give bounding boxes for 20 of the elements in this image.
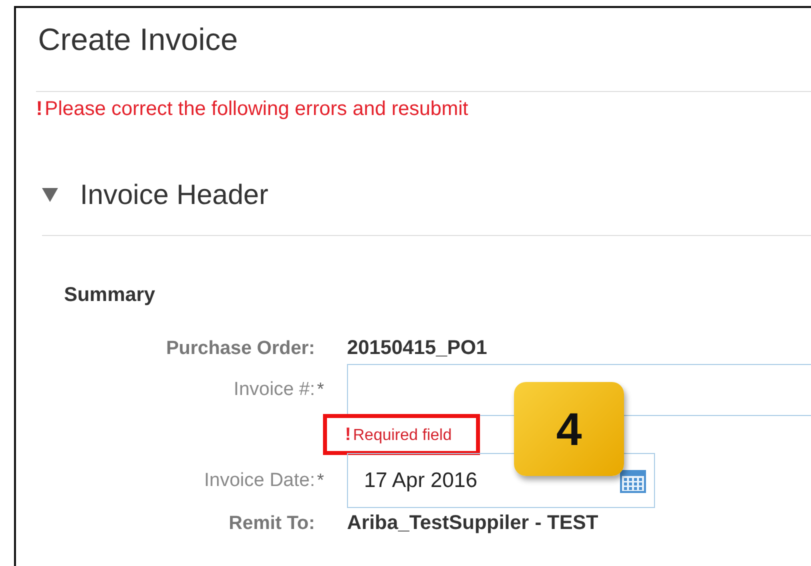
error-icon: ! bbox=[36, 98, 43, 121]
error-message: Please correct the following errors and resubmit bbox=[44, 98, 468, 121]
field-label: Purchase Order: bbox=[166, 338, 315, 358]
field-label: Invoice #: bbox=[234, 379, 315, 400]
field-value: Ariba_TestSuppiler bbox=[347, 512, 529, 534]
step-number-badge: 4 bbox=[514, 382, 624, 476]
error-text: Required field bbox=[353, 427, 452, 445]
page-title: Create Invoice bbox=[37, 21, 239, 58]
error-icon: ! bbox=[345, 424, 351, 445]
field-label: Remit To: bbox=[228, 512, 315, 534]
section-title[interactable]: Invoice Header bbox=[80, 179, 268, 211]
field-value-suffix: - TEST bbox=[534, 512, 598, 534]
required-asterisk: * bbox=[317, 379, 326, 400]
summary-heading: Summary bbox=[64, 284, 156, 307]
field-label: Invoice Date: bbox=[204, 470, 315, 490]
calendar-icon[interactable] bbox=[620, 468, 646, 492]
date-value: 17 Apr 2016 bbox=[364, 468, 478, 492]
collapse-triangle-icon[interactable] bbox=[42, 188, 58, 202]
field-value: 20150415_PO1 bbox=[347, 337, 488, 359]
required-asterisk: * bbox=[317, 470, 326, 490]
